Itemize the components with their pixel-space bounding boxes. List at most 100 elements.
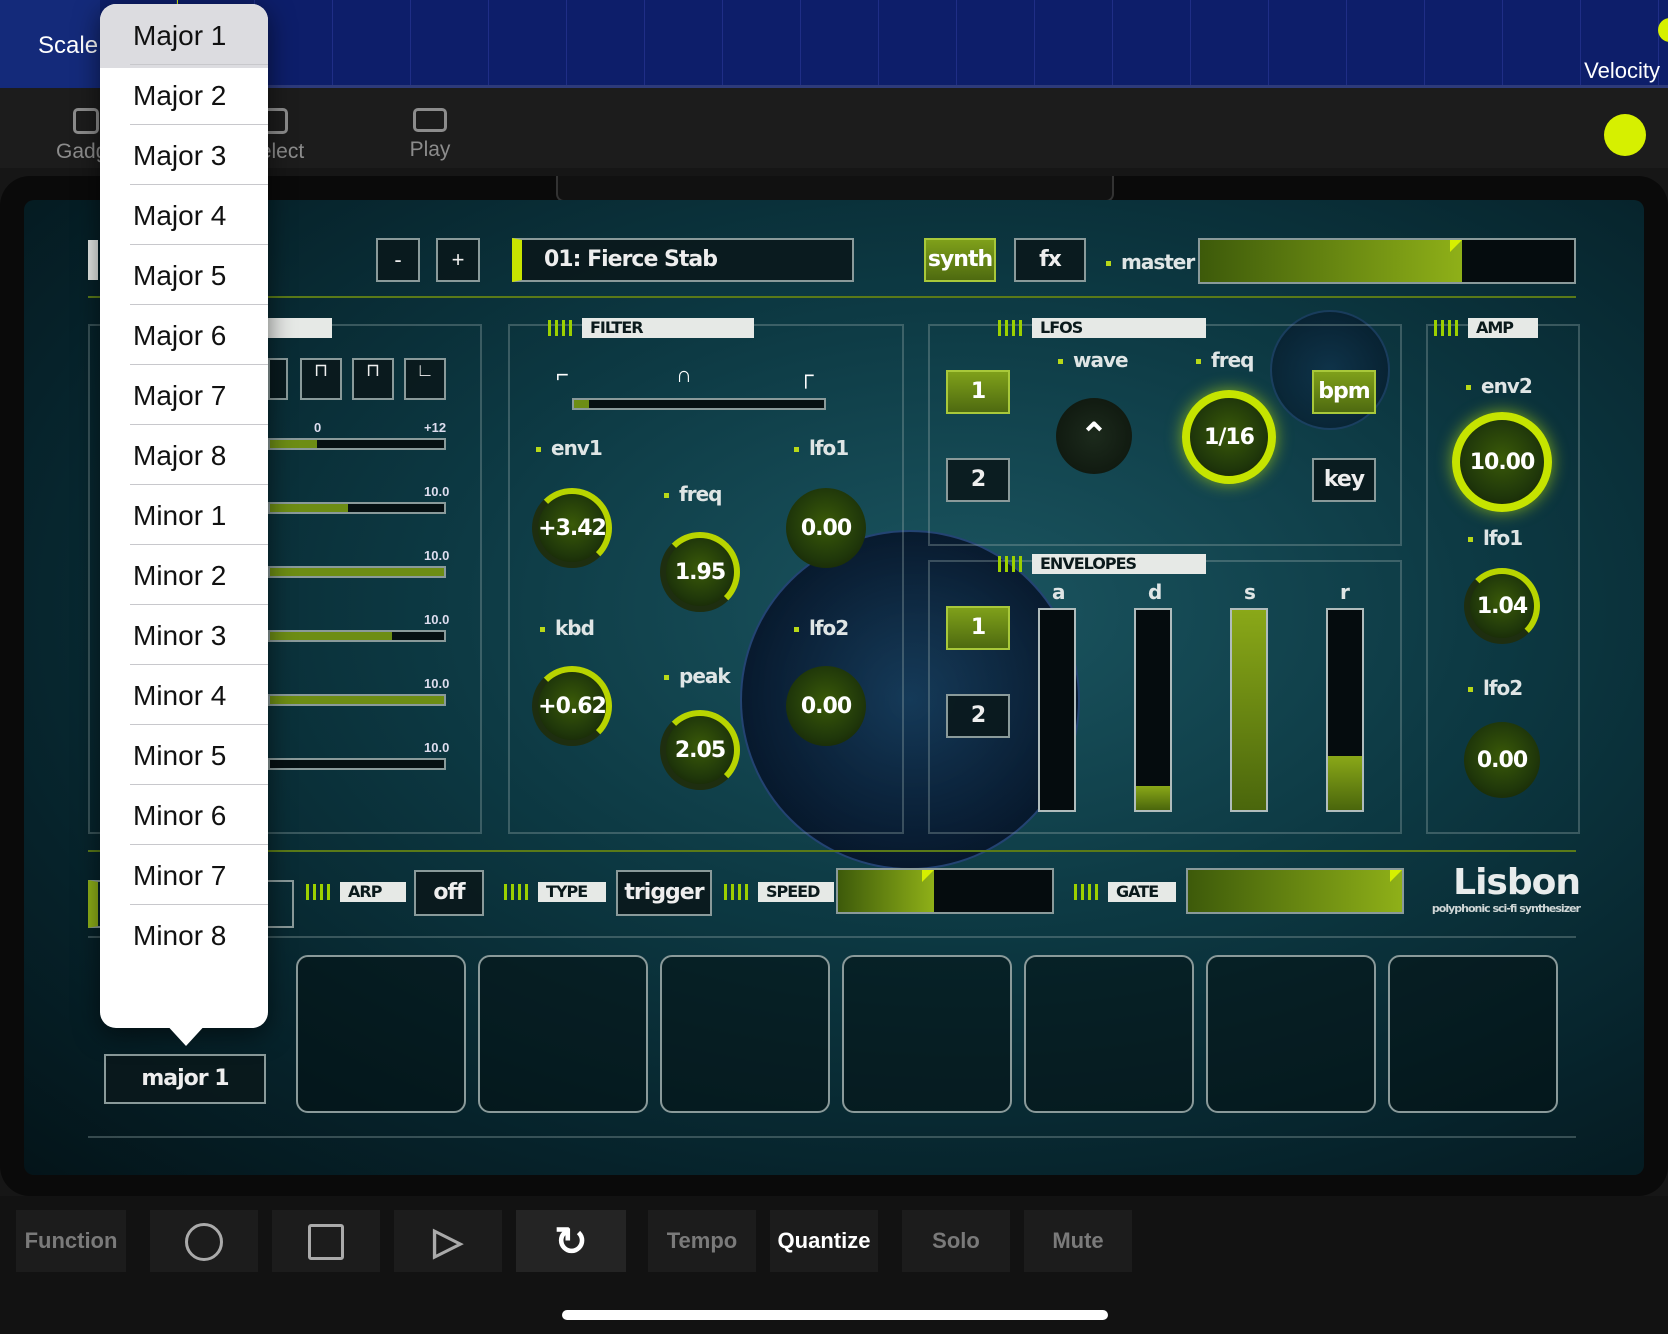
envelope-select-2[interactable]: 2 [946,694,1010,738]
arp-gate-meter[interactable] [1186,868,1404,914]
scale-option[interactable]: Major 2 [100,64,268,128]
osc-param-slider[interactable] [268,758,446,770]
preset-next-button[interactable]: + [436,238,480,282]
osc-param-slider[interactable] [268,566,446,578]
filter-highpass-icon[interactable]: ┌ [798,362,814,388]
wave-square-button[interactable]: ∟ [404,358,446,400]
scale-select-button[interactable]: major 1 [104,1054,266,1104]
dropdown-arrow [164,1022,208,1046]
arp-type-label: TYPE [504,882,606,902]
amp-env2-knob[interactable]: 10.00 [1452,412,1552,512]
filter-freq-knob[interactable]: 1.95 [660,532,740,612]
mute-button[interactable]: Mute [1024,1210,1132,1272]
quantize-button[interactable]: Quantize [770,1210,878,1272]
tempo-button[interactable]: Tempo [648,1210,756,1272]
arp-toggle[interactable]: off [414,870,484,916]
lfo-key-button[interactable]: key [1312,458,1376,502]
scale-option[interactable]: Minor 1 [100,484,268,548]
scale-option[interactable]: Major 4 [100,184,268,248]
amp-lfo2-knob[interactable]: 0.00 [1464,722,1540,798]
scale-option[interactable]: Minor 5 [100,724,268,788]
sustain-label: s [1244,580,1256,604]
scale-option[interactable]: Minor 3 [100,604,268,668]
filter-lfo2-knob[interactable]: 0.00 [786,666,866,746]
pad-4[interactable] [842,955,1012,1113]
lfo-freq-knob[interactable]: 1/16 [1182,390,1276,484]
scale-option[interactable]: Major 3 [100,124,268,188]
grid-column [1190,0,1191,85]
release-slider[interactable] [1326,608,1364,812]
kbd-knob[interactable]: +0.62 [532,666,612,746]
home-indicator[interactable] [562,1310,1108,1320]
status-indicator[interactable] [1604,114,1646,156]
master-volume-meter[interactable] [1198,238,1576,284]
scale-option[interactable]: Major 8 [100,424,268,488]
osc-param-slider[interactable] [268,694,446,706]
scale-label[interactable]: Scale [0,0,100,88]
amp-lfo1-knob[interactable]: 1.04 [1464,568,1540,644]
scale-option[interactable]: Minor 8 [100,904,268,968]
preset-name-field[interactable]: 01: Fierce Stab [512,238,854,282]
scale-dropdown[interactable]: Major 1 Major 2 Major 3 Major 4 Major 5 Major… [100,4,268,1028]
dropdown-separator [130,544,268,545]
stop-button[interactable] [272,1210,380,1272]
pad-3[interactable] [660,955,830,1113]
scale-option[interactable]: Minor 2 [100,544,268,608]
loop-button[interactable]: ↻ [516,1210,626,1272]
scale-option[interactable]: Minor 7 [100,844,268,908]
filter-lowpass-icon[interactable]: ⌐ [556,362,569,388]
attack-label: a [1052,580,1065,604]
scale-option[interactable]: Minor 4 [100,664,268,728]
solo-button[interactable]: Solo [902,1210,1010,1272]
lfo-select-2[interactable]: 2 [946,458,1010,502]
wave-pulse-button[interactable]: ⊓ [300,358,342,400]
record-button[interactable] [150,1210,258,1272]
lfo-select-1[interactable]: 1 [946,370,1010,414]
osc-param-slider[interactable] [268,502,446,514]
pad-6[interactable] [1206,955,1376,1113]
function-button[interactable]: Function [16,1210,126,1272]
filter-bandpass-icon[interactable]: ∩ [676,362,692,388]
decay-label: d [1148,580,1162,604]
tab-play[interactable]: Play [400,108,460,162]
dropdown-separator [130,184,268,185]
pad-1[interactable] [296,955,466,1113]
play-button[interactable]: ▷ [394,1210,502,1272]
env1-knob[interactable]: +3.42 [532,488,612,568]
filter-lfo1-knob[interactable]: 0.00 [786,488,866,568]
pitch-max-label: +12 [424,420,447,435]
pitch-slider[interactable] [268,438,446,450]
pad-area-bottom-line [88,1136,1576,1138]
scale-option[interactable]: Major 6 [100,304,268,368]
pad-7[interactable] [1388,955,1558,1113]
pad-2[interactable] [478,955,648,1113]
pulse-wave-icon: ⊓ [313,360,329,380]
wave-saw-button[interactable] [268,358,288,400]
filter-type-slider[interactable] [572,398,826,410]
divider-bottom [88,850,1576,852]
arp-speed-label: SPEED [724,882,834,902]
arp-type-button[interactable]: trigger [616,870,712,916]
tab-fx[interactable]: fx [1014,238,1086,282]
osc-param-slider[interactable] [268,630,446,642]
master-volume-tip [1449,240,1462,252]
pad-5[interactable] [1024,955,1194,1113]
tab-synth[interactable]: synth [924,238,996,282]
attack-slider[interactable] [1038,608,1076,812]
preset-prev-button[interactable]: - [376,238,420,282]
envelope-select-1[interactable]: 1 [946,606,1010,650]
decay-slider[interactable] [1134,608,1172,812]
scale-option[interactable]: Minor 6 [100,784,268,848]
scale-option[interactable]: Major 7 [100,364,268,428]
scale-option[interactable]: Major 5 [100,244,268,308]
lfo-bpm-button[interactable]: bpm [1312,370,1376,414]
filter-type-fill [574,400,589,408]
dropdown-separator [130,664,268,665]
scale-option[interactable]: Major 1 [100,4,268,68]
lfo-wave-label: wave [1058,348,1129,372]
wave-narrow-pulse-button[interactable]: ⊓ [352,358,394,400]
arp-speed-meter[interactable] [836,868,1054,914]
sustain-slider[interactable] [1230,608,1268,812]
filter-peak-knob[interactable]: 2.05 [660,710,740,790]
lfo-wave-selector[interactable]: ⌃ [1056,398,1132,474]
